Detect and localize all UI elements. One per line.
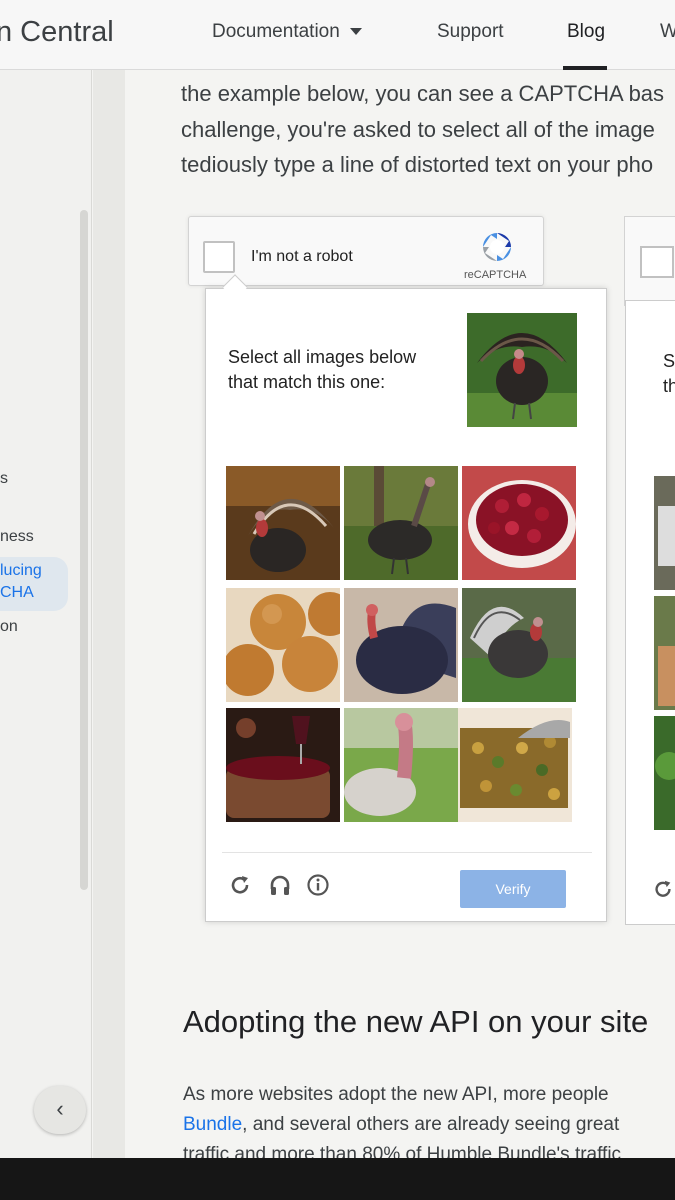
recaptcha-checkbox-widget: I'm not a robot reCAPTCHA	[188, 216, 544, 286]
sample-image-turkey	[467, 313, 577, 427]
challenge-instruction: Select all images below that match this …	[228, 345, 416, 395]
body-line: Bundle, and several others are already s…	[183, 1114, 619, 1136]
tile-bread-rolls[interactable]	[226, 588, 340, 702]
second-tile[interactable]	[654, 716, 675, 830]
sidebar-item-active-line1: lucing	[0, 562, 42, 579]
nav-documentation-label: Documentation	[212, 21, 340, 42]
second-tile[interactable]	[654, 596, 675, 710]
sidebar-item[interactable]: ness	[0, 528, 34, 546]
tile-roast-dish[interactable]	[226, 708, 340, 822]
nav-support[interactable]: Support	[437, 21, 504, 43]
second-recaptcha-checkbox[interactable]	[640, 246, 674, 278]
challenge-instruction-line1: Select all images below	[228, 347, 417, 367]
tile-turkey[interactable]	[344, 708, 458, 822]
sidebar-item[interactable]: on	[0, 618, 18, 636]
bundle-link[interactable]: Bundle	[183, 1114, 242, 1135]
nav-blog[interactable]: Blog	[567, 21, 605, 43]
nav-active-indicator	[563, 66, 607, 70]
tile-turkey[interactable]	[344, 588, 458, 702]
second-challenge-line1: S	[663, 351, 675, 371]
collapse-sidebar-button[interactable]: ‹	[34, 1086, 86, 1134]
tile-cranberries[interactable]	[462, 466, 576, 580]
sidebar-item-active-label: lucing CHA	[0, 560, 42, 604]
second-tile[interactable]	[654, 476, 675, 590]
sidebar	[0, 70, 92, 1158]
sidebar-item-active-line2: CHA	[0, 584, 34, 601]
tile-turkey[interactable]	[462, 588, 576, 702]
tile-stuffing[interactable]	[458, 708, 572, 822]
screen: n Central Documentation Support Blog W s…	[0, 0, 675, 1158]
site-brand[interactable]: n Central	[0, 16, 114, 49]
audio-icon[interactable]	[268, 873, 292, 897]
page-gutter	[93, 70, 125, 1158]
recaptcha-brand: reCAPTCHA	[464, 269, 527, 281]
challenge-footer-divider	[222, 852, 592, 853]
body-line: As more websites adopt the new API, more…	[183, 1084, 609, 1105]
intro-line: challenge, you're asked to select all of…	[181, 117, 655, 142]
top-bar: n Central Documentation Support Blog W	[0, 0, 675, 70]
intro-line: the example below, you can see a CAPTCHA…	[181, 81, 665, 106]
tile-turkey[interactable]	[226, 466, 340, 580]
nav-next-item[interactable]: W	[660, 21, 675, 43]
challenge-instruction-line2: that match this one:	[228, 372, 386, 392]
reload-icon[interactable]	[228, 873, 252, 897]
recaptcha-label: I'm not a robot	[251, 248, 353, 265]
sidebar-item[interactable]: s	[0, 470, 8, 488]
chevron-down-icon	[349, 28, 362, 36]
body-line: traffic and more than 80% of Humble Bund…	[183, 1144, 622, 1158]
recaptcha-logo-icon	[483, 233, 511, 261]
verify-button[interactable]: Verify	[460, 870, 566, 908]
section-heading: Adopting the new API on your site	[183, 1004, 649, 1039]
sidebar-scrollbar[interactable]	[80, 210, 88, 890]
intro-line: tediously type a line of distorted text …	[181, 152, 654, 177]
recaptcha-checkbox[interactable]	[203, 241, 235, 273]
body-line-rest: , and several others are already seeing …	[242, 1114, 620, 1135]
second-challenge-line2: th	[663, 376, 675, 396]
screen-bezel	[0, 1158, 675, 1200]
info-icon[interactable]	[306, 873, 330, 897]
tile-turkey[interactable]	[344, 466, 458, 580]
second-reload-icon[interactable]	[652, 878, 674, 900]
second-challenge-instruction: S th	[663, 349, 675, 399]
nav-documentation[interactable]: Documentation	[212, 21, 362, 43]
